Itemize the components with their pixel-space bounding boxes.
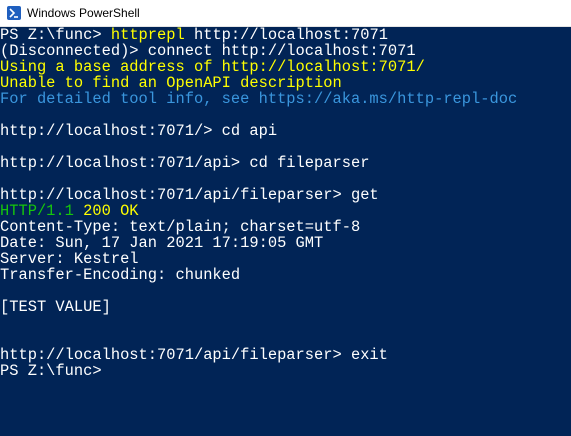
console-line-blank bbox=[0, 107, 571, 123]
powershell-icon bbox=[7, 6, 21, 20]
console-line: http://localhost:7071/api> cd fileparser bbox=[0, 155, 370, 171]
console-line: PS Z:\func> bbox=[0, 363, 102, 379]
console-line-blank bbox=[0, 331, 571, 347]
console-line: http://localhost:7071/api/fileparser> ge… bbox=[0, 187, 379, 203]
console-line: Using a base address of http://localhost… bbox=[0, 59, 425, 75]
prompt: PS Z:\func> bbox=[0, 27, 111, 43]
console-line: Server: Kestrel bbox=[0, 251, 139, 267]
command-name: httprepl bbox=[110, 27, 185, 43]
console-line: Date: Sun, 17 Jan 2021 17:19:05 GMT bbox=[0, 235, 324, 251]
console-line: http://localhost:7071/api/fileparser> ex… bbox=[0, 347, 388, 363]
console-line-blank bbox=[0, 283, 571, 299]
command-args: http://localhost:7071 bbox=[184, 27, 388, 43]
http-status: 200 OK bbox=[73, 203, 139, 219]
console-line: http://localhost:7071/> cd api bbox=[0, 123, 278, 139]
console-line: For detailed tool info, see https://aka.… bbox=[0, 91, 518, 107]
title-bar[interactable]: Windows PowerShell bbox=[0, 0, 571, 27]
console-line-blank bbox=[0, 315, 571, 331]
window-title: Windows PowerShell bbox=[27, 6, 140, 20]
console-line: PS Z:\func> httprepl http://localhost:70… bbox=[0, 27, 571, 43]
console-line: Transfer-Encoding: chunked bbox=[0, 267, 241, 283]
console-line: [TEST VALUE] bbox=[0, 299, 111, 315]
powershell-window: Windows PowerShell PS Z:\func> httprepl … bbox=[0, 0, 571, 436]
console-line-blank bbox=[0, 139, 571, 155]
console-line: (Disconnected)> connect http://localhost… bbox=[0, 43, 416, 59]
http-version: HTTP/1.1 bbox=[0, 203, 74, 219]
console-output[interactable]: PS Z:\func> httprepl http://localhost:70… bbox=[0, 27, 571, 436]
console-line: Unable to find an OpenAPI description bbox=[0, 75, 342, 91]
console-line-blank bbox=[0, 171, 571, 187]
console-line: HTTP/1.1 200 OK bbox=[0, 203, 571, 219]
console-line: Content-Type: text/plain; charset=utf-8 bbox=[0, 219, 361, 235]
